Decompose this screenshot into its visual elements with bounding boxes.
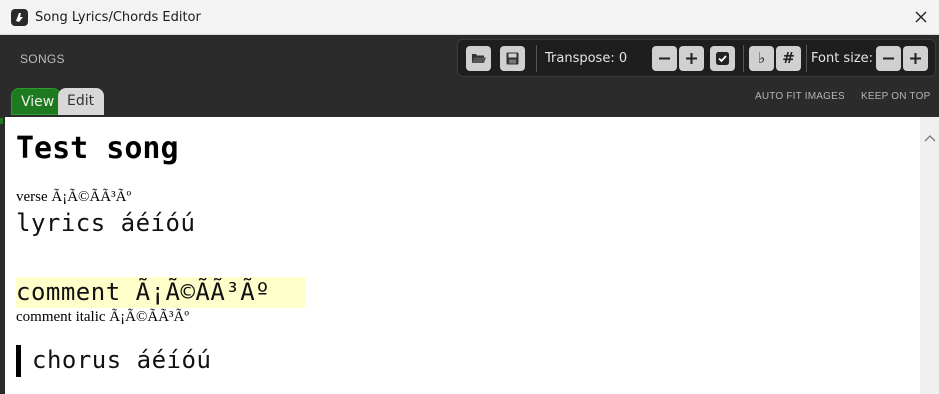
toolbar: Transpose: 0 ♭ # Font size:: [457, 39, 936, 77]
transpose-up-button[interactable]: [679, 46, 704, 71]
vertical-scrollbar[interactable]: [920, 117, 939, 394]
close-icon[interactable]: [910, 6, 932, 28]
save-icon[interactable]: [500, 46, 525, 71]
tab-edit[interactable]: Edit: [58, 88, 104, 115]
window-title: Song Lyrics/Chords Editor: [35, 10, 201, 25]
active-tab-indicator: [0, 118, 3, 124]
toolbar-divider: [743, 45, 744, 72]
transpose-down-button[interactable]: [652, 46, 677, 71]
toolbar-divider: [806, 45, 807, 72]
folder-open-icon[interactable]: [466, 46, 491, 71]
app-logo-icon: [11, 9, 28, 26]
comment-line: comment Ã¡Ã©ÃÃ³Ãº: [16, 278, 271, 306]
keep-on-top-button[interactable]: KEEP ON TOP: [861, 91, 930, 102]
font-size-down-button[interactable]: [876, 46, 901, 71]
scroll-up-icon[interactable]: [924, 129, 936, 147]
comment-italic-line: comment italic Ã¡Ã©ÃÃ³Ãº: [16, 309, 190, 325]
auto-fit-images-button[interactable]: AUTO FIT IMAGES: [755, 91, 845, 102]
flat-button[interactable]: ♭: [749, 46, 774, 71]
plus-icon: [910, 53, 921, 64]
chorus-marker: [16, 345, 21, 377]
songs-menu[interactable]: SONGS: [20, 52, 65, 66]
tab-view[interactable]: View: [11, 88, 61, 115]
app-header: SONGS Transpose: 0 ♭ # Font size: View E…: [0, 35, 939, 117]
minus-icon: [883, 57, 894, 60]
verse-label: verse Ã¡Ã©ÃÃ³Ãº: [16, 189, 132, 205]
sharp-button[interactable]: #: [776, 46, 801, 71]
font-size-up-button[interactable]: [903, 46, 928, 71]
lyrics-line: lyrics áéíóú: [16, 209, 196, 237]
font-size-label: Font size:: [811, 51, 874, 66]
sharp-label: #: [782, 49, 795, 67]
toolbar-divider: [536, 45, 537, 72]
chorus-line: chorus áéíóú: [32, 346, 212, 374]
plus-icon: [686, 53, 697, 64]
song-title: Test song: [16, 131, 179, 166]
title-bar: Song Lyrics/Chords Editor: [0, 0, 939, 35]
minus-icon: [659, 57, 670, 60]
flat-label: ♭: [757, 49, 766, 67]
transpose-label: Transpose: 0: [545, 51, 628, 66]
checkbox-icon[interactable]: [710, 46, 735, 71]
